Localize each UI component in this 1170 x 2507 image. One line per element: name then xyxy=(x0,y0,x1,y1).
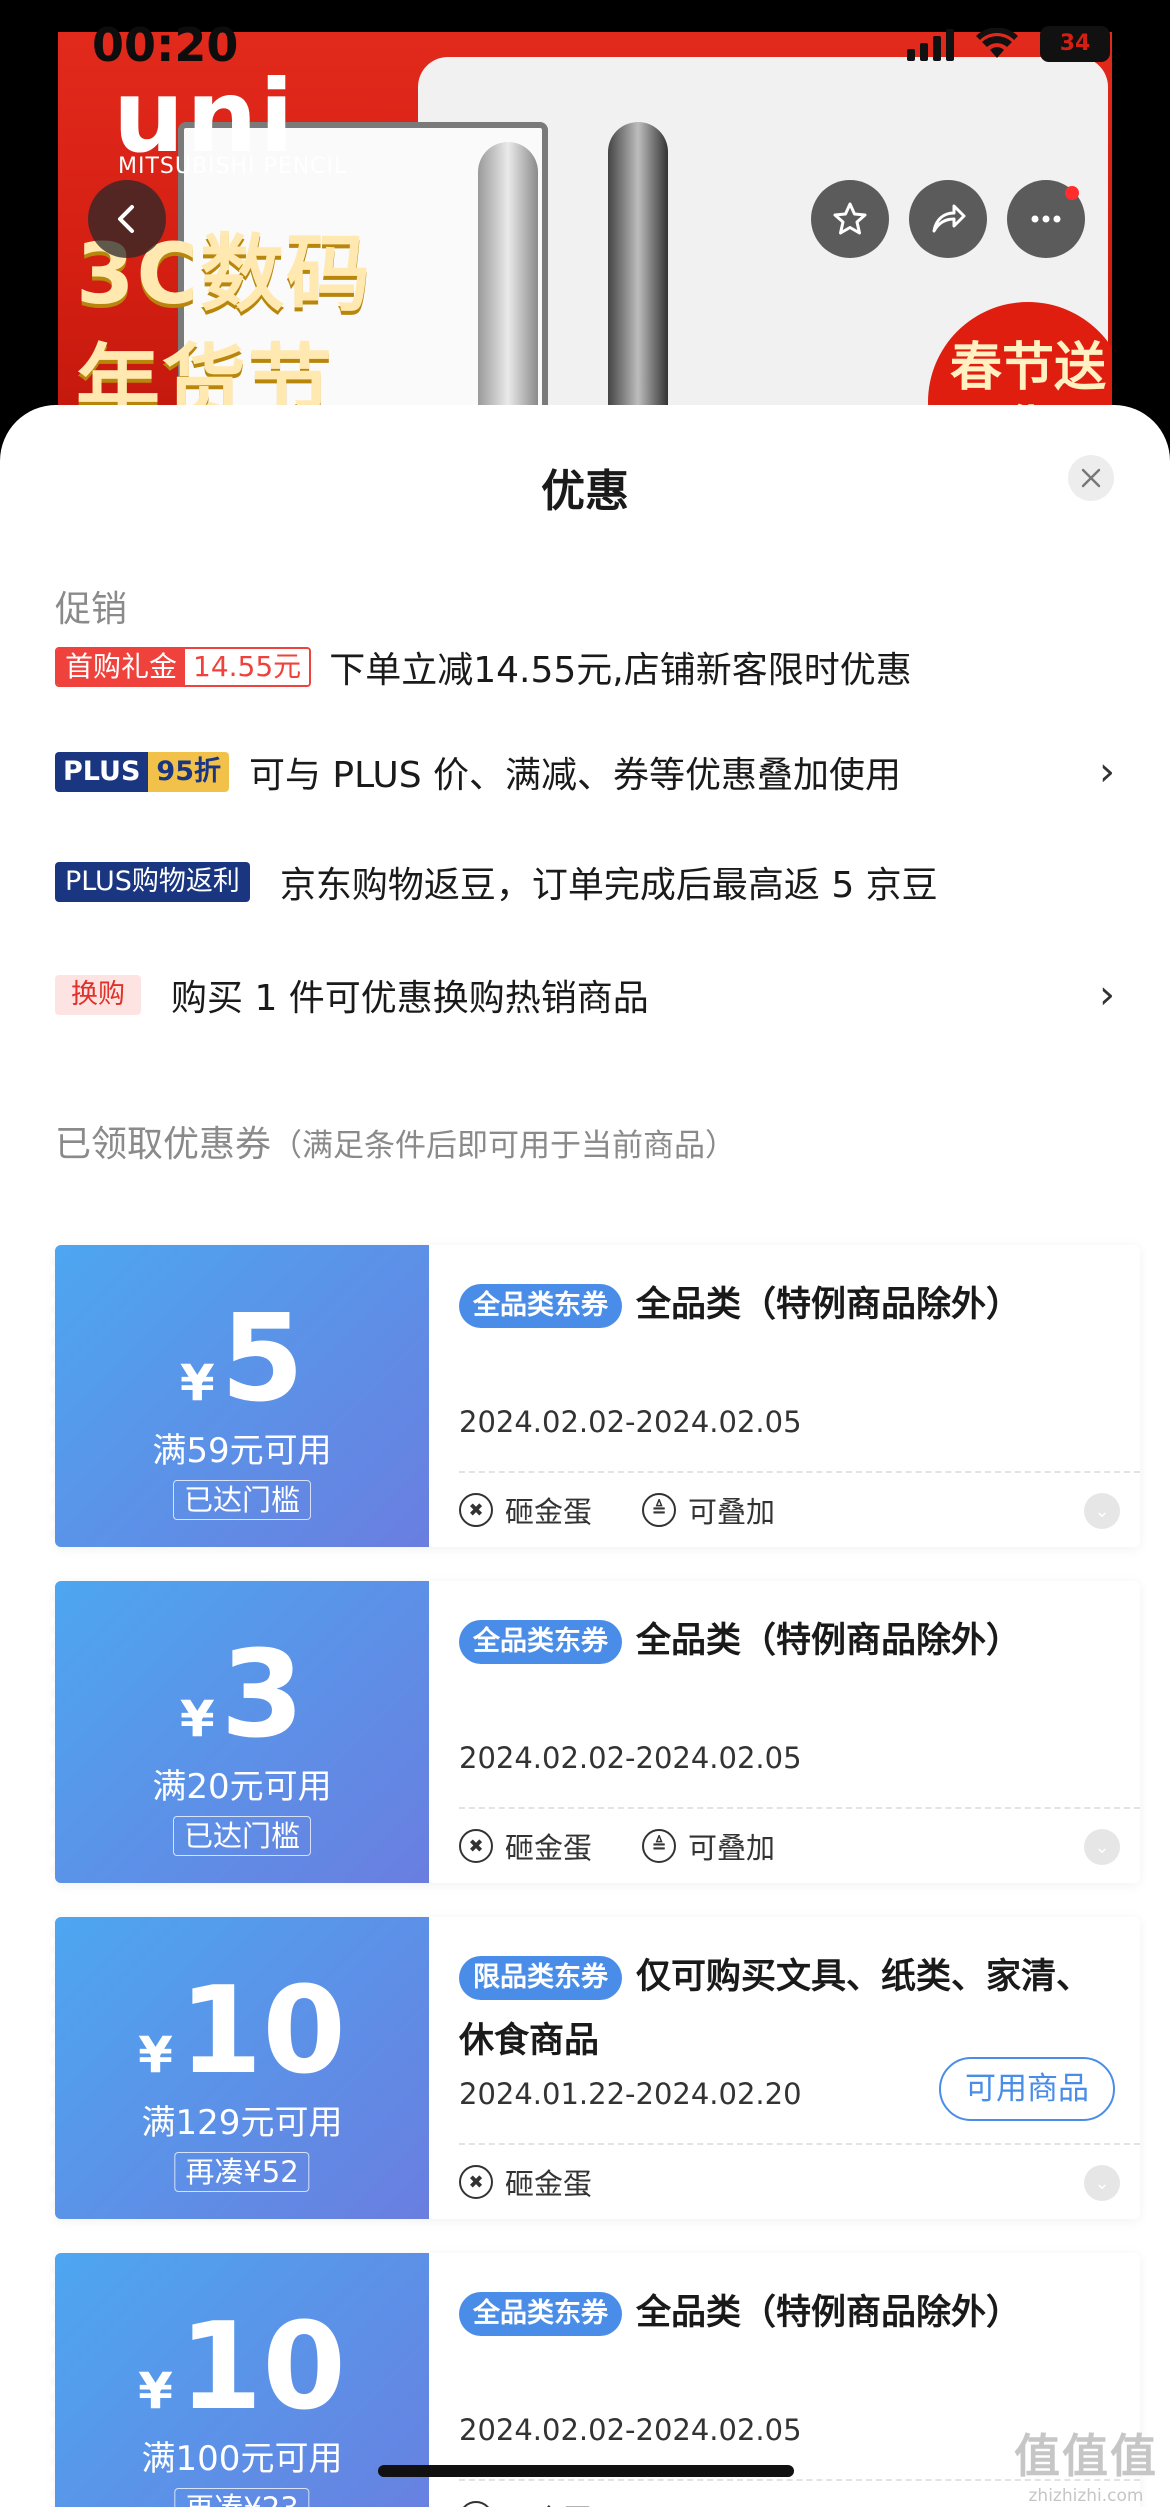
coupon-status: 再凑¥23 xyxy=(174,2488,310,2507)
share-button[interactable] xyxy=(909,180,987,258)
first-purchase-tag: 首购礼金 14.55元 xyxy=(55,647,312,687)
expand-icon[interactable]: ⌄ xyxy=(1084,2165,1120,2201)
status-time: 00:20 xyxy=(92,18,239,72)
coupon-type-tag: 限品类东券 xyxy=(459,1956,622,2000)
exchange-tag: 换购 xyxy=(55,975,141,1015)
chevron-right-icon: › xyxy=(1099,749,1115,795)
stack-icon: ≜ xyxy=(642,1493,677,1527)
more-icon xyxy=(1031,215,1061,223)
coupon-value-panel: ¥ 5 满59元可用 已达门槛 xyxy=(50,1245,429,1547)
golden-egg-icon: ✖ xyxy=(459,2501,493,2507)
promo-text: 购买 1 件可优惠换购热销商品 xyxy=(171,978,649,1019)
coupon-title: 全品类（特例商品除外） xyxy=(636,2293,1022,2333)
coupon-card[interactable]: ¥ 3 满20元可用 已达门槛 全品类东券 全品类（特例商品除外） 2024.02… xyxy=(50,1581,1140,1883)
coupon-features: ✖ 砸金蛋 ≜ 可叠加 xyxy=(459,1825,775,1867)
discount-sheet: 优惠 促销 首购礼金 14.55元 下单立减14.55元,店铺新客限时优惠 PL… xyxy=(0,405,1170,2507)
more-button[interactable] xyxy=(1007,180,1085,258)
promo-text: 可与 PLUS 价、满减、券等优惠叠加使用 xyxy=(248,755,902,796)
promo-plus-rebate: PLUS购物返利 京东购物返豆，订单完成后最高返 5 京豆 xyxy=(55,852,1115,912)
brand-logo: uni xyxy=(113,58,296,175)
golden-egg-icon: ✖ xyxy=(459,1493,493,1527)
coupon-section-label: 已领取优惠券（满足条件后即可用于当前商品） xyxy=(55,1124,737,1165)
sheet-title: 优惠 xyxy=(541,466,629,517)
coupon-card[interactable]: ¥ 5 满59元可用 已达门槛 全品类东券 全品类（特例商品除外） 2024.02… xyxy=(50,1245,1140,1547)
close-button[interactable] xyxy=(1068,455,1114,501)
coupon-title: 全品类（特例商品除外） xyxy=(636,1285,1022,1325)
coupon-title: 全品类（特例商品除外） xyxy=(636,1621,1022,1661)
coupon-card[interactable]: ¥ 10 满129元可用 再凑¥52 限品类东券 仅可购买文具、纸类、家清、休食商… xyxy=(50,1917,1140,2219)
promo-plus-discount[interactable]: PLUS 95折 可与 PLUS 价、满减、券等优惠叠加使用 › xyxy=(55,742,1115,802)
pen-dark xyxy=(608,122,668,452)
available-products-button[interactable]: 可用商品 xyxy=(939,2057,1115,2121)
coupon-condition: 满129元可用 xyxy=(141,2103,343,2143)
coupon-date: 2024.01.22-2024.02.20 xyxy=(459,2077,802,2111)
share-icon xyxy=(932,204,966,233)
coupon-features: ✖砸金蛋 xyxy=(459,2497,592,2507)
star-icon xyxy=(833,202,867,235)
coupon-status: 已达门槛 xyxy=(172,1480,312,1520)
coupon-amount: 10 xyxy=(178,2298,346,2437)
coupon-status: 再凑¥52 xyxy=(174,2152,310,2192)
coupon-details: 全品类东券全品类（特例商品除外） 2024.02.02-2024.02.05 ✖… xyxy=(429,1581,1140,1883)
coupon-value-panel: ¥ 10 满100元可用 再凑¥23 xyxy=(50,2253,429,2507)
coupon-type-tag: 全品类东券 xyxy=(459,1620,622,1664)
favorite-button[interactable] xyxy=(811,180,889,258)
signal-icon xyxy=(907,27,954,61)
plus-rebate-tag: PLUS购物返利 xyxy=(55,862,250,902)
brand-subtitle: MITSUBISHI PENCIL xyxy=(118,154,348,179)
coupon-status: 已达门槛 xyxy=(172,1816,312,1856)
promo-text: 下单立减14.55元,店铺新客限时优惠 xyxy=(329,650,912,691)
home-indicator[interactable] xyxy=(378,2465,794,2477)
close-icon xyxy=(1081,468,1101,488)
watermark: 值值值 zhizhizhi.com xyxy=(1014,2429,1158,2506)
divider xyxy=(459,2143,1140,2145)
coupon-type-tag: 全品类东券 xyxy=(459,2292,622,2336)
chevron-left-icon xyxy=(118,205,134,233)
divider xyxy=(459,1471,1140,1473)
expand-icon[interactable]: ⌄ xyxy=(1084,1493,1120,1529)
divider xyxy=(459,1807,1140,1809)
promo-text: 京东购物返豆，订单完成后最高返 5 京豆 xyxy=(279,865,938,906)
coupon-details: 限品类东券 仅可购买文具、纸类、家清、休食商品 2024.01.22-2024.0… xyxy=(429,1917,1140,2219)
stack-icon: ≜ xyxy=(642,1829,677,1863)
coupon-amount: 3 xyxy=(220,1626,305,1765)
coupon-type-tag: 全品类东券 xyxy=(459,1284,622,1328)
coupon-features: ✖砸金蛋 xyxy=(459,2161,592,2203)
coupon-details: 全品类东券全品类（特例商品除外） 2024.02.02-2024.02.05 ✖… xyxy=(429,1245,1140,1547)
golden-egg-icon: ✖ xyxy=(459,2165,493,2199)
wifi-icon xyxy=(976,28,1018,58)
coupon-amount: 10 xyxy=(178,1962,346,2101)
coupon-features: ✖ 砸金蛋 ≜ 可叠加 xyxy=(459,1489,775,1531)
notification-dot xyxy=(1065,186,1079,200)
promo-section-label: 促销 xyxy=(55,589,128,630)
coupon-condition: 满20元可用 xyxy=(152,1767,332,1807)
chevron-right-icon: › xyxy=(1099,972,1115,1018)
coupon-condition: 满59元可用 xyxy=(152,1431,332,1471)
expand-icon[interactable]: ⌄ xyxy=(1084,1829,1120,1865)
coupon-date: 2024.02.02-2024.02.05 xyxy=(459,1405,802,1439)
promo-exchange[interactable]: 换购 购买 1 件可优惠换购热销商品 › xyxy=(55,965,1115,1025)
coupon-value-panel: ¥ 3 满20元可用 已达门槛 xyxy=(50,1581,429,1883)
plus-discount-tag: PLUS 95折 xyxy=(55,752,229,792)
coupon-amount: 5 xyxy=(220,1290,305,1429)
status-icons: 34 xyxy=(907,26,1110,62)
coupon-value-panel: ¥ 10 满129元可用 再凑¥52 xyxy=(50,1917,429,2219)
coupon-date: 2024.02.02-2024.02.05 xyxy=(459,2413,802,2447)
back-button[interactable] xyxy=(88,180,166,258)
golden-egg-icon: ✖ xyxy=(459,1829,493,1863)
coupon-condition: 满100元可用 xyxy=(141,2439,343,2479)
coupon-date: 2024.02.02-2024.02.05 xyxy=(459,1741,802,1775)
battery-icon: 34 xyxy=(1040,26,1110,62)
promo-first-purchase: 首购礼金 14.55元 下单立减14.55元,店铺新客限时优惠 xyxy=(55,637,1115,697)
